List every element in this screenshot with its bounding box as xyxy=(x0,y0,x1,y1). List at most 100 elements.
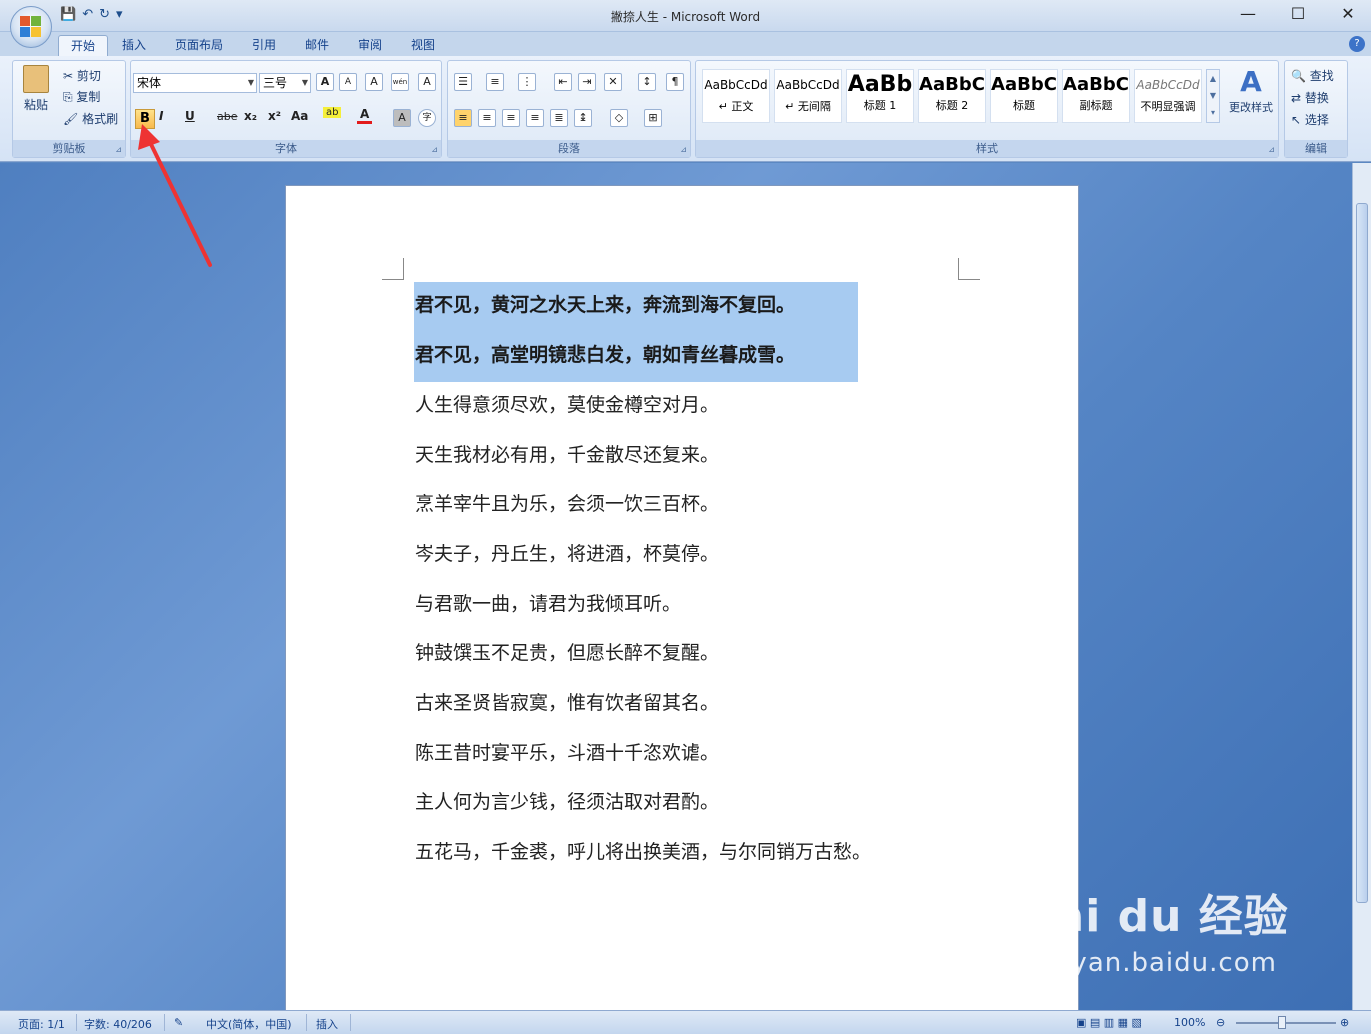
chevron-down-icon: ▼ xyxy=(301,78,308,87)
phonetic-guide-button[interactable]: wén xyxy=(391,73,409,91)
word-count[interactable]: 字数: 40/206 xyxy=(84,1016,152,1032)
numbering-button[interactable]: ≡ xyxy=(486,73,504,91)
bullets-button[interactable]: ☰ xyxy=(454,73,472,91)
style-subtitle[interactable]: AaBbC 副标题 xyxy=(1062,69,1130,123)
view-buttons[interactable]: ▣ ▤ ▥ ▦ ▧ xyxy=(1076,1016,1142,1029)
clear-format-button[interactable]: A xyxy=(365,73,383,91)
font-name-combo[interactable]: 宋体 ▼ xyxy=(133,73,257,93)
text-line-selected[interactable]: 君不见，高堂明镜悲白发，朝如青丝暮成雪。 xyxy=(415,340,795,367)
distributed-button[interactable]: ≣ xyxy=(550,109,568,127)
tab-references[interactable]: 引用 xyxy=(240,35,288,56)
styles-scroll[interactable]: ▲ ▼ ▾ xyxy=(1206,69,1220,123)
text-line-selected[interactable]: 君不见，黄河之水天上来，奔流到海不复回。 xyxy=(415,290,795,317)
title-bar: 💾 ↶ ↻ ▾ 撇捺人生 - Microsoft Word — ☐ ✕ xyxy=(0,0,1371,32)
help-icon[interactable]: ? xyxy=(1349,36,1365,52)
zoom-level[interactable]: 100% xyxy=(1174,1016,1205,1029)
dialog-launcher-icon[interactable]: ⊿ xyxy=(431,145,438,154)
font-size-combo[interactable]: 三号 ▼ xyxy=(259,73,311,93)
change-case-button[interactable]: Aa xyxy=(291,109,308,123)
show-marks-button[interactable]: ¶ xyxy=(666,73,684,91)
copy-button[interactable]: ⎘ 复制 xyxy=(63,88,100,105)
subscript-button[interactable]: x₂ xyxy=(244,109,257,123)
dialog-launcher-icon[interactable]: ⊿ xyxy=(115,145,122,154)
find-button[interactable]: 🔍 查找 xyxy=(1291,67,1334,84)
vertical-scrollbar[interactable] xyxy=(1352,163,1371,1010)
text-line[interactable]: 陈王昔时宴平乐，斗酒十千恣欢谑。 xyxy=(415,738,719,765)
text-line[interactable]: 钟鼓馔玉不足贵，但愿长醉不复醒。 xyxy=(415,638,719,665)
close-button[interactable]: ✕ xyxy=(1333,4,1363,23)
align-right-button[interactable]: ≡ xyxy=(502,109,520,127)
replace-button[interactable]: ⇄ 替换 xyxy=(1291,89,1329,106)
chinese-layout-button[interactable]: ✕ xyxy=(604,73,622,91)
text-line[interactable]: 烹羊宰牛且为乐，会须一饮三百杯。 xyxy=(415,489,719,516)
style-subtle-emphasis[interactable]: AaBbCcDd 不明显强调 xyxy=(1134,69,1202,123)
grow-font-button[interactable]: A xyxy=(316,73,334,91)
style-heading-2[interactable]: AaBbC 标题 2 xyxy=(918,69,986,123)
minimize-button[interactable]: — xyxy=(1233,4,1263,23)
decrease-indent-icon: ⇤ xyxy=(554,73,572,91)
align-left-button[interactable]: ≡ xyxy=(454,109,472,127)
scrollbar-thumb[interactable] xyxy=(1356,203,1368,903)
tab-page-layout[interactable]: 页面布局 xyxy=(163,35,235,56)
office-logo-icon xyxy=(20,16,42,38)
document-page[interactable]: 君不见，黄河之水天上来，奔流到海不复回。 君不见，高堂明镜悲白发，朝如青丝暮成雪… xyxy=(285,185,1079,1025)
align-center-button[interactable]: ≡ xyxy=(478,109,496,127)
styles-group-label: 样式 xyxy=(696,140,1278,157)
office-button[interactable] xyxy=(10,6,52,48)
char-border-button[interactable]: A xyxy=(418,73,436,91)
tab-view[interactable]: 视图 xyxy=(399,35,447,56)
select-button[interactable]: ↖ 选择 xyxy=(1291,111,1329,128)
text-line[interactable]: 五花马，千金裘，呼儿将出换美酒，与尔同销万古愁。 xyxy=(415,837,871,864)
text-line[interactable]: 岑夫子，丹丘生，将进酒，杯莫停。 xyxy=(415,539,719,566)
text-line[interactable]: 人生得意须尽欢，莫使金樽空对月。 xyxy=(415,390,719,417)
tab-home[interactable]: 开始 xyxy=(58,35,109,56)
tab-review[interactable]: 审阅 xyxy=(346,35,394,56)
dialog-launcher-icon[interactable]: ⊿ xyxy=(1268,145,1275,154)
highlight-button[interactable]: ab xyxy=(323,107,342,118)
enclose-char-button[interactable]: 字 xyxy=(418,109,436,127)
editing-group-label: 编辑 xyxy=(1285,140,1347,157)
status-bar: 页面: 1/1 字数: 40/206 ✎ 中文(简体，中国) 插入 ▣ ▤ ▥ … xyxy=(0,1010,1371,1034)
paste-button[interactable]: 粘贴 xyxy=(21,65,51,113)
font-color-button[interactable]: A xyxy=(357,107,373,124)
justify-button[interactable]: ≡ xyxy=(526,109,544,127)
increase-indent-button[interactable]: ⇥ xyxy=(578,73,596,91)
shading-button[interactable]: ◇ xyxy=(610,109,628,127)
page-count[interactable]: 页面: 1/1 xyxy=(18,1016,65,1032)
style-title[interactable]: AaBbC 标题 xyxy=(990,69,1058,123)
insert-mode[interactable]: 插入 xyxy=(316,1016,338,1032)
strikethrough-button[interactable]: abe xyxy=(217,110,238,123)
tab-insert[interactable]: 插入 xyxy=(110,35,158,56)
text-line[interactable]: 与君歌一曲，请君为我倾耳听。 xyxy=(415,589,681,616)
borders-button[interactable]: ⊞ xyxy=(644,109,662,127)
dialog-launcher-icon[interactable]: ⊿ xyxy=(680,145,687,154)
maximize-button[interactable]: ☐ xyxy=(1283,4,1313,23)
zoom-in-icon[interactable]: ⊕ xyxy=(1340,1016,1349,1029)
style-normal[interactable]: AaBbCcDd ↵ 正文 xyxy=(702,69,770,123)
sort-button[interactable]: ↕ xyxy=(638,73,656,91)
decrease-indent-button[interactable]: ⇤ xyxy=(554,73,572,91)
proofing-icon[interactable]: ✎ xyxy=(174,1016,183,1029)
zoom-slider-thumb[interactable] xyxy=(1278,1016,1286,1029)
format-painter-button[interactable]: 🖌 格式刷 xyxy=(63,110,118,127)
style-heading-1[interactable]: AaBb 标题 1 xyxy=(846,69,914,123)
change-styles-button[interactable]: A 更改样式 xyxy=(1224,65,1278,115)
superscript-button[interactable]: x² xyxy=(268,109,281,123)
char-shading-button[interactable]: A xyxy=(393,109,411,127)
tab-mailings[interactable]: 邮件 xyxy=(293,35,341,56)
sort-icon: ↕ xyxy=(638,73,656,91)
align-center-icon: ≡ xyxy=(478,109,496,127)
text-line[interactable]: 天生我材必有用，千金散尽还复来。 xyxy=(415,440,719,467)
margin-corner-right xyxy=(958,258,980,280)
cut-button[interactable]: ✂ 剪切 xyxy=(63,67,101,84)
multilevel-icon: ⋮ xyxy=(518,73,536,91)
zoom-out-icon[interactable]: ⊖ xyxy=(1216,1016,1225,1029)
line-spacing-button[interactable]: ↨ xyxy=(574,109,592,127)
text-line[interactable]: 主人何为言少钱，径须沽取对君酌。 xyxy=(415,787,719,814)
text-line[interactable]: 古来圣贤皆寂寞，惟有饮者留其名。 xyxy=(415,688,719,715)
language-indicator[interactable]: 中文(简体，中国) xyxy=(206,1016,292,1032)
shrink-font-button[interactable]: A xyxy=(339,73,357,91)
style-no-spacing[interactable]: AaBbCcDd ↵ 无间隔 xyxy=(774,69,842,123)
zoom-slider[interactable] xyxy=(1236,1022,1336,1024)
multilevel-list-button[interactable]: ⋮ xyxy=(518,73,536,91)
